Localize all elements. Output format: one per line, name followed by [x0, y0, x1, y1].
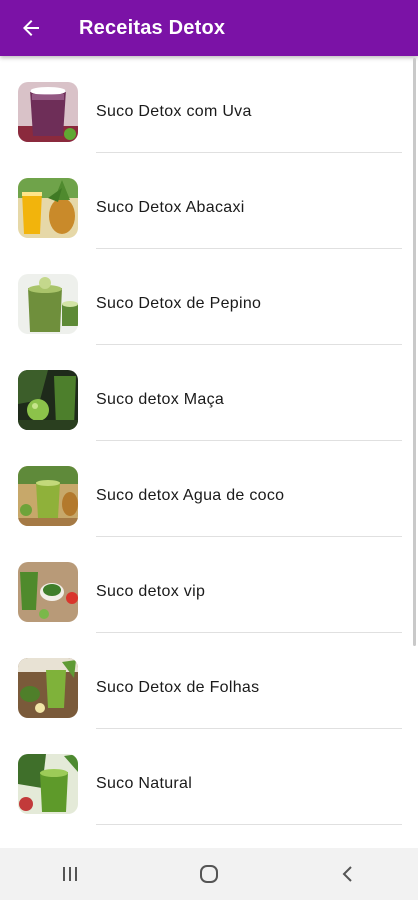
apple-green-juice-photo: [18, 370, 78, 430]
recipe-label: Suco detox vip: [96, 583, 206, 600]
recipe-label: Suco detox Agua de coco: [96, 487, 285, 504]
recent-apps-icon: [62, 867, 77, 881]
kale-green-juice-photo: [18, 754, 78, 814]
back-button[interactable]: [3, 0, 59, 56]
list-item-recipe[interactable]: Suco Detox Abacaxi: [0, 152, 418, 249]
recipe-list[interactable]: Suco Detox com Uva Suco Detox Abacaxi Su…: [0, 56, 418, 848]
scrollbar[interactable]: [413, 58, 416, 646]
list-item-recipe[interactable]: Suco Detox de Folhas: [0, 632, 418, 729]
list-item-recipe[interactable]: Suco Detox de Pepino: [0, 248, 418, 345]
system-navigation-bar: [0, 848, 418, 900]
divider: [96, 824, 402, 825]
page-title: Receitas Detox: [79, 16, 226, 39]
recipe-label: Suco detox Maça: [96, 391, 225, 408]
cucumber-green-juice-photo: [18, 274, 78, 334]
purple-grape-juice-glass-photo: [18, 82, 78, 142]
app-bar: Receitas Detox: [0, 0, 418, 56]
list-item-recipe[interactable]: Suco Natural: [0, 728, 418, 825]
back-nav-button[interactable]: [318, 854, 378, 894]
arrow-left-icon: [23, 20, 39, 36]
recipe-label: Suco Detox com Uva: [96, 103, 252, 120]
recipe-label: Suco Natural: [96, 775, 193, 792]
list-item-recipe[interactable]: Suco detox vip: [0, 536, 418, 633]
list-item-recipe[interactable]: Suco detox Agua de coco: [0, 440, 418, 537]
list-item-recipe[interactable]: Suco detox Maça: [0, 344, 418, 441]
home-button[interactable]: [179, 854, 239, 894]
coconut-water-green-juice-photo: [18, 466, 78, 526]
chevron-back-icon: [342, 866, 353, 882]
green-juice-with-spinach-bowl-photo: [18, 562, 78, 622]
pineapple-orange-juice-photo: [18, 178, 78, 238]
list-item-recipe[interactable]: Suco Detox com Uva: [0, 56, 418, 153]
recipe-label: Suco Detox de Folhas: [96, 679, 260, 696]
leafy-green-juice-photo: [18, 658, 78, 718]
recipe-label: Suco Detox Abacaxi: [96, 199, 245, 216]
recents-button[interactable]: [40, 854, 100, 894]
recipe-label: Suco Detox de Pepino: [96, 295, 262, 312]
home-circle-icon: [199, 865, 218, 883]
